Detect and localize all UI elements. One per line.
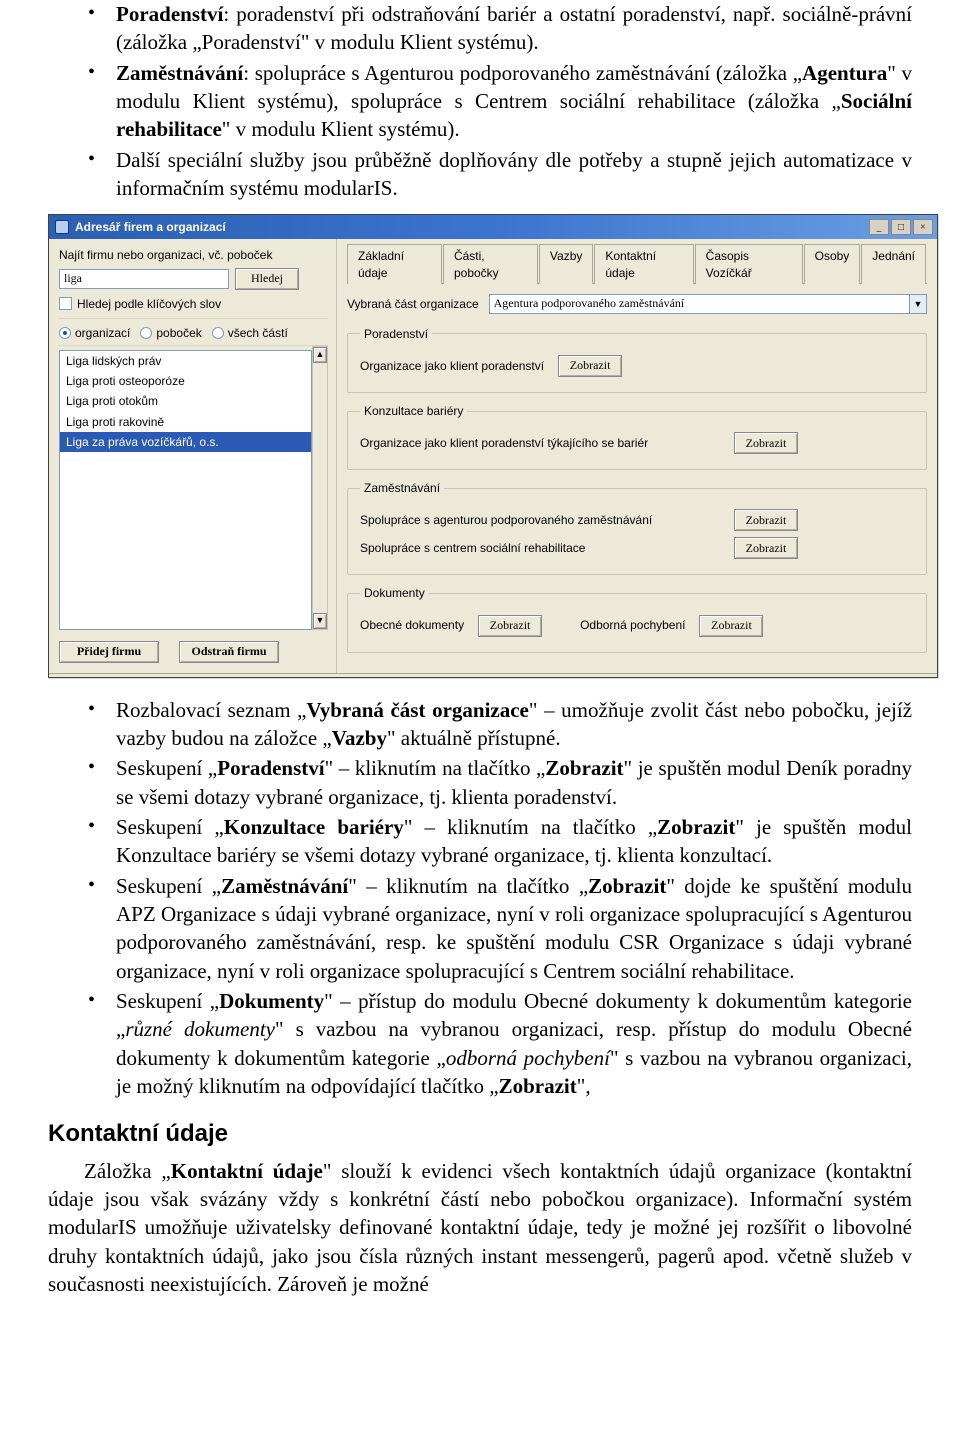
group-poradenstvi: Poradenství Organizace jako klient porad… (347, 326, 927, 393)
zobrazit-button[interactable]: Zobrazit (734, 537, 798, 559)
scope-radiogroup: organizací poboček všech částí (59, 318, 328, 346)
results-list[interactable]: Liga lidských práv Liga proti osteoporóz… (59, 350, 312, 630)
group-zamestnavani: Zaměstnávání Spolupráce s agenturou podp… (347, 480, 927, 575)
tab-casopis-vozickar[interactable]: Časopis Vozíčkář (695, 244, 803, 283)
section-heading-kontaktni-udaje: Kontaktní údaje (48, 1118, 912, 1150)
closing-paragraph: Záložka „Kontaktní údaje" slouží k evide… (48, 1157, 912, 1299)
group-legend: Dokumenty (360, 585, 429, 601)
group-row-text: Spolupráce s agenturou podporovaného zam… (360, 512, 720, 528)
bullet-item: Další speciální služby jsou průběžně dop… (88, 146, 912, 203)
search-input[interactable] (59, 269, 229, 289)
scroll-up-icon[interactable]: ▲ (313, 347, 327, 363)
group-row-text: Odborná pochybení (580, 617, 685, 633)
title-bar: Adresář firem a organizací _ □ × (49, 215, 937, 239)
bullet-item: Seskupení „Konzultace bariéry" – kliknut… (88, 813, 912, 870)
bullet-item: Seskupení „Poradenství" – kliknutím na t… (88, 754, 912, 811)
status-bar (49, 673, 937, 677)
list-item[interactable]: Liga proti osteoporóze (60, 371, 311, 391)
bullet-item: Seskupení „Dokumenty" – přístup do modul… (88, 987, 912, 1100)
list-item[interactable]: Liga lidských práv (60, 351, 311, 371)
radio-icon (59, 327, 71, 339)
tab-strip: Základní údaje Části, pobočky Vazby Kont… (347, 243, 927, 283)
list-item-selected[interactable]: Liga za práva vozíčkářů, o.s. (60, 432, 311, 452)
list-item[interactable]: Liga proti otokům (60, 391, 311, 411)
left-pane: Najít firmu nebo organizaci, vč. poboček… (49, 239, 337, 672)
group-konzultace-bariery: Konzultace bariéry Organizace jako klien… (347, 403, 927, 470)
list-scrollbar[interactable]: ▲ ▼ (312, 346, 328, 630)
radio-icon (212, 327, 224, 339)
bullet-item: Rozbalovací seznam „Vybraná část organiz… (88, 696, 912, 753)
checkbox-icon (59, 297, 72, 310)
scope-radio-organizaci[interactable]: organizací (59, 325, 130, 341)
radio-icon (140, 327, 152, 339)
bullet-item: Seskupení „Zaměstnávání" – kliknutím na … (88, 872, 912, 985)
close-button[interactable]: × (913, 219, 933, 235)
minimize-button[interactable]: _ (869, 219, 889, 235)
zobrazit-button[interactable]: Zobrazit (734, 432, 798, 454)
group-row-text: Organizace jako klient poradenství týkaj… (360, 435, 720, 451)
tab-osoby[interactable]: Osoby (804, 244, 861, 283)
tab-jednani[interactable]: Jednání (861, 244, 926, 283)
search-label: Najít firmu nebo organizaci, vč. poboček (59, 247, 328, 263)
zobrazit-button[interactable]: Zobrazit (478, 615, 542, 637)
bullet-item: Poradenství: poradenství při odstraňován… (88, 0, 912, 57)
remove-firm-button[interactable]: Odstraň firmu (179, 641, 279, 663)
group-row-text: Organizace jako klient poradenství (360, 358, 544, 374)
tab-vazby[interactable]: Vazby (539, 244, 593, 283)
app-icon (55, 220, 69, 234)
chevron-down-icon[interactable]: ▼ (910, 294, 927, 314)
app-window: Adresář firem a organizací _ □ × Najít f… (48, 214, 938, 677)
scope-radio-vsech-casti[interactable]: všech částí (212, 325, 288, 341)
top-bullet-list: Poradenství: poradenství při odstraňován… (48, 0, 912, 202)
right-pane: Základní údaje Části, pobočky Vazby Kont… (337, 239, 937, 672)
zobrazit-button[interactable]: Zobrazit (699, 615, 763, 637)
window-title: Adresář firem a organizací (75, 219, 869, 235)
list-item[interactable]: Liga proti rakovině (60, 412, 311, 432)
scope-radio-pobocek[interactable]: poboček (140, 325, 201, 341)
group-legend: Zaměstnávání (360, 480, 444, 496)
group-row-text: Obecné dokumenty (360, 617, 464, 633)
tab-casti-pobocky[interactable]: Části, pobočky (443, 244, 538, 283)
tab-zakladni-udaje[interactable]: Základní údaje (347, 244, 442, 283)
keywords-checkbox[interactable]: Hledej podle klíčových slov (59, 296, 221, 312)
part-combo-input[interactable] (489, 294, 910, 314)
tab-kontaktni-udaje[interactable]: Kontaktní údaje (594, 244, 693, 283)
group-dokumenty: Dokumenty Obecné dokumenty Zobrazit Odbo… (347, 585, 927, 652)
zobrazit-button[interactable]: Zobrazit (558, 355, 622, 377)
part-label: Vybraná část organizace (347, 296, 479, 312)
zobrazit-button[interactable]: Zobrazit (734, 509, 798, 531)
search-button[interactable]: Hledej (235, 268, 299, 290)
group-row-text: Spolupráce s centrem sociální rehabilita… (360, 540, 720, 556)
group-legend: Poradenství (360, 326, 432, 342)
part-combo[interactable]: ▼ (489, 294, 927, 314)
mid-bullet-list: Rozbalovací seznam „Vybraná část organiz… (48, 696, 912, 1101)
scroll-down-icon[interactable]: ▼ (313, 613, 327, 629)
bullet-item: Zaměstnávání: spolupráce s Agenturou pod… (88, 59, 912, 144)
group-legend: Konzultace bariéry (360, 403, 467, 419)
add-firm-button[interactable]: Přidej firmu (59, 641, 159, 663)
maximize-button[interactable]: □ (891, 219, 911, 235)
